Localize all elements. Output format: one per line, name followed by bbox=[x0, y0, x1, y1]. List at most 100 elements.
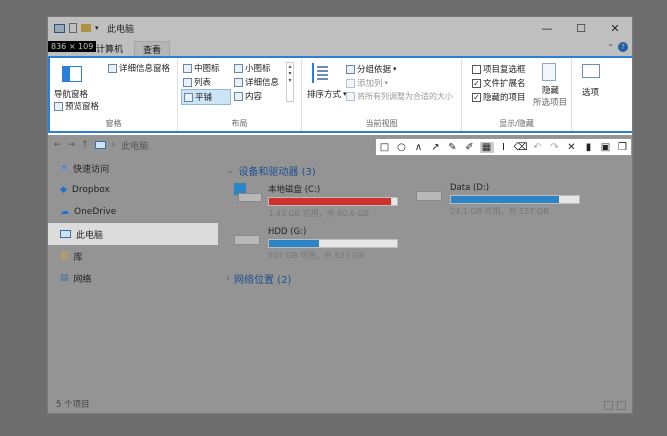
show-hide-group: 项目复选框 ✓ 文件扩展名 ✓ 隐藏的项目 隐藏 所选项目 显示/隐藏 bbox=[462, 58, 572, 131]
layout-group: 中图标 小图标 列表 详细信息 平铺 内容 ▴ ▾ ▾ 布局 bbox=[178, 58, 302, 131]
group-by-icon bbox=[346, 64, 355, 74]
content-icon bbox=[234, 91, 243, 101]
item-checkboxes-label: 项目复选框 bbox=[483, 65, 526, 75]
sort-by-icon[interactable] bbox=[312, 63, 330, 83]
details-pane-icon bbox=[108, 63, 117, 73]
cancel-icon[interactable]: ✕ bbox=[565, 142, 579, 153]
library-icon: ▥ bbox=[60, 251, 69, 261]
options-group: 选项 bbox=[572, 58, 612, 131]
minimize-button[interactable]: — bbox=[530, 17, 564, 39]
preview-pane-icon bbox=[54, 101, 63, 111]
back-icon[interactable]: ← bbox=[54, 140, 62, 150]
window-title: 此电脑 bbox=[107, 24, 135, 35]
tiles-icon bbox=[184, 92, 193, 102]
layout-scroll[interactable]: ▴ ▾ ▾ bbox=[286, 62, 294, 102]
computer-icon bbox=[60, 230, 71, 238]
checkbox-checked-icon[interactable]: ✓ bbox=[472, 78, 481, 88]
rectangle-tool-icon[interactable]: □ bbox=[378, 142, 392, 153]
layout-small-icons[interactable]: 小图标 bbox=[234, 62, 271, 74]
polyline-tool-icon[interactable]: ∧ bbox=[412, 142, 426, 153]
hide-selected-icon[interactable] bbox=[542, 63, 556, 81]
nav-item-libraries[interactable]: ▥ 库 bbox=[48, 245, 218, 267]
computer-icon bbox=[54, 23, 65, 33]
hidden-items-toggle[interactable]: ✓ 隐藏的项目 bbox=[472, 91, 526, 103]
devices-section-header[interactable]: ⌄ 设备和驱动器 (3) bbox=[226, 163, 631, 178]
save-icon[interactable]: ▣ bbox=[599, 142, 613, 153]
nav-item-onedrive[interactable]: ☁ OneDrive bbox=[48, 201, 218, 223]
tiles-view-icon[interactable] bbox=[617, 401, 626, 410]
arrow-tool-icon[interactable]: ↗ bbox=[429, 142, 443, 153]
breadcrumb-arrow: › bbox=[111, 140, 116, 150]
options-icon[interactable] bbox=[582, 64, 600, 78]
group-by-button[interactable]: 分组依据 ▾ bbox=[346, 63, 397, 75]
chevron-down-icon: ▾ bbox=[384, 79, 389, 87]
copy-icon[interactable]: ❐ bbox=[616, 142, 630, 153]
options-button[interactable]: 选项 bbox=[582, 86, 599, 98]
network-icon: ▤ bbox=[60, 273, 69, 283]
pencil-tool-icon[interactable]: ✎ bbox=[446, 142, 460, 153]
item-checkboxes-toggle[interactable]: 项目复选框 bbox=[472, 63, 526, 75]
selected-items-text: 所选项目 bbox=[533, 98, 568, 108]
checkbox-icon[interactable] bbox=[472, 64, 481, 74]
hidden-items-label: 隐藏的项目 bbox=[483, 93, 526, 103]
details-label: 详细信息 bbox=[245, 78, 280, 88]
preview-pane-button[interactable]: 预览窗格 bbox=[54, 100, 99, 112]
mosaic-tool-icon[interactable]: ▦ bbox=[479, 141, 494, 153]
up-icon[interactable]: ↑ bbox=[81, 140, 89, 150]
file-extensions-toggle[interactable]: ✓ 文件扩展名 bbox=[472, 77, 526, 89]
drive-g[interactable]: HDD (G:) 507 GB 可用，共 833 GB bbox=[234, 227, 398, 261]
drive-usage-fill bbox=[451, 196, 560, 203]
drive-d[interactable]: Data (D:) 24.1 GB 可用，共 157 GB bbox=[416, 183, 580, 217]
nav-item-quick-access[interactable]: ★ 快速访问 bbox=[48, 157, 218, 179]
layout-content[interactable]: 内容 bbox=[234, 90, 262, 102]
layout-details[interactable]: 详细信息 bbox=[234, 76, 279, 88]
drive-c[interactable]: 本地磁盘 (C:) 3.43 GB 可用，共 80.6 GB bbox=[234, 183, 398, 219]
hide-selected-button[interactable]: 隐藏 bbox=[542, 84, 559, 96]
nav-item-network[interactable]: ▤ 网络 bbox=[48, 267, 218, 289]
layout-tiles[interactable]: 平铺 bbox=[181, 89, 231, 105]
tab-computer[interactable]: 计算机 bbox=[88, 41, 131, 56]
text-tool-icon[interactable]: I bbox=[497, 142, 511, 153]
hard-drive-icon bbox=[416, 183, 444, 205]
drive-usage-bar bbox=[450, 195, 580, 204]
forward-icon[interactable]: → bbox=[68, 140, 76, 150]
details-view-icon[interactable] bbox=[604, 401, 613, 410]
breadcrumb[interactable]: 此电脑 bbox=[121, 139, 148, 152]
eraser-tool-icon[interactable]: ⌫ bbox=[514, 142, 528, 153]
ribbon-collapse-icon[interactable]: ⌃ bbox=[607, 43, 614, 52]
drive-name: HDD (G:) bbox=[268, 227, 307, 237]
drive-usage-fill bbox=[269, 240, 320, 247]
undo-icon[interactable]: ↶ bbox=[531, 142, 545, 153]
ellipse-tool-icon[interactable]: ○ bbox=[395, 142, 409, 153]
nav-label: Dropbox bbox=[71, 185, 110, 195]
checkbox-checked-icon[interactable]: ✓ bbox=[472, 92, 481, 102]
medium-icons-icon bbox=[183, 63, 192, 73]
maximize-button[interactable]: ☐ bbox=[564, 17, 598, 39]
add-column-button[interactable]: 添加列 ▾ bbox=[346, 77, 388, 89]
redo-icon[interactable]: ↷ bbox=[548, 142, 562, 153]
marker-tool-icon[interactable]: ✐ bbox=[463, 142, 477, 153]
nav-item-this-pc[interactable]: 此电脑 bbox=[48, 223, 218, 245]
nav-item-dropbox[interactable]: ◆ Dropbox bbox=[48, 179, 218, 201]
add-column-label: 添加列 bbox=[357, 79, 383, 89]
sort-by-label: 排序方式 bbox=[307, 90, 342, 100]
nav-pane-button[interactable]: 导航窗格 bbox=[54, 88, 88, 100]
layout-list[interactable]: 列表 bbox=[183, 76, 211, 88]
details-pane-button[interactable]: 详细信息窗格 bbox=[108, 62, 170, 74]
options-label: 选项 bbox=[582, 88, 600, 98]
chevron-down-icon[interactable]: ▾ bbox=[95, 23, 101, 33]
sort-by-button[interactable]: 排序方式 ▾ bbox=[307, 88, 347, 100]
properties-icon[interactable] bbox=[69, 23, 77, 33]
network-section-header[interactable]: › 网络位置 (2) bbox=[226, 271, 291, 286]
nav-pane-icon[interactable] bbox=[62, 66, 82, 82]
details-pane-label: 详细信息窗格 bbox=[119, 64, 171, 74]
help-icon[interactable]: ? bbox=[618, 42, 628, 52]
tab-view[interactable]: 查看 bbox=[134, 41, 171, 57]
medium-icons-label: 中图标 bbox=[194, 64, 220, 74]
pin-icon[interactable]: ▮ bbox=[582, 142, 596, 153]
new-folder-icon[interactable] bbox=[81, 24, 91, 32]
close-button[interactable]: ✕ bbox=[598, 17, 632, 39]
layout-medium-icons[interactable]: 中图标 bbox=[183, 62, 220, 74]
fit-columns-button[interactable]: 将所有列调整为合适的大小 bbox=[346, 91, 453, 102]
small-icons-icon bbox=[234, 63, 243, 73]
